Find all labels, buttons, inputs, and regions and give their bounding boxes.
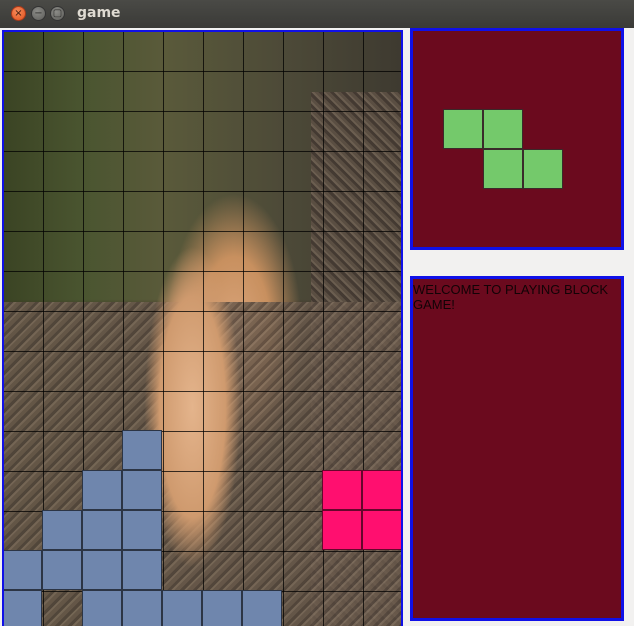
- stacked-block-cell: [122, 430, 162, 470]
- stacked-block-cell: [162, 590, 202, 626]
- window-close-button[interactable]: ×: [11, 6, 26, 21]
- stacked-block-cell: [122, 510, 162, 550]
- game-board[interactable]: [2, 30, 403, 626]
- falling-block-cell: [322, 510, 362, 550]
- falling-block-cell: [362, 510, 401, 550]
- stacked-block-cell: [242, 590, 282, 626]
- stacked-block-cell: [82, 590, 122, 626]
- next-piece-cell: [483, 149, 523, 189]
- stacked-block-cell: [122, 590, 162, 626]
- falling-block-cell: [322, 470, 362, 510]
- stacked-block-cell: [82, 510, 122, 550]
- next-piece-cell: [483, 109, 523, 149]
- stacked-block-cell: [202, 590, 242, 626]
- next-piece-cell: [443, 109, 483, 149]
- welcome-message: WELCOME TO PLAYING BLOCK GAME!: [413, 282, 609, 312]
- window-title: game: [77, 5, 121, 21]
- stacked-block-cell: [82, 550, 122, 590]
- next-piece-cell: [523, 149, 563, 189]
- stacked-block-cell: [82, 470, 122, 510]
- window-maximize-button[interactable]: ▢: [50, 6, 65, 21]
- stacked-block-cell: [42, 510, 82, 550]
- minimize-icon: −: [34, 7, 43, 19]
- stacked-block-cell: [42, 550, 82, 590]
- stacked-block-cell: [4, 550, 42, 590]
- stacked-block-cell: [4, 590, 42, 626]
- close-icon: ×: [14, 7, 23, 19]
- window-minimize-button[interactable]: −: [31, 6, 46, 21]
- falling-block-cell: [362, 470, 401, 510]
- stacked-block-cell: [122, 470, 162, 510]
- next-piece-panel: [410, 28, 624, 250]
- maximize-icon: ▢: [52, 7, 63, 19]
- message-panel: WELCOME TO PLAYING BLOCK GAME!: [410, 276, 624, 621]
- stacked-block-cell: [122, 550, 162, 590]
- title-bar: × − ▢ game: [0, 0, 634, 28]
